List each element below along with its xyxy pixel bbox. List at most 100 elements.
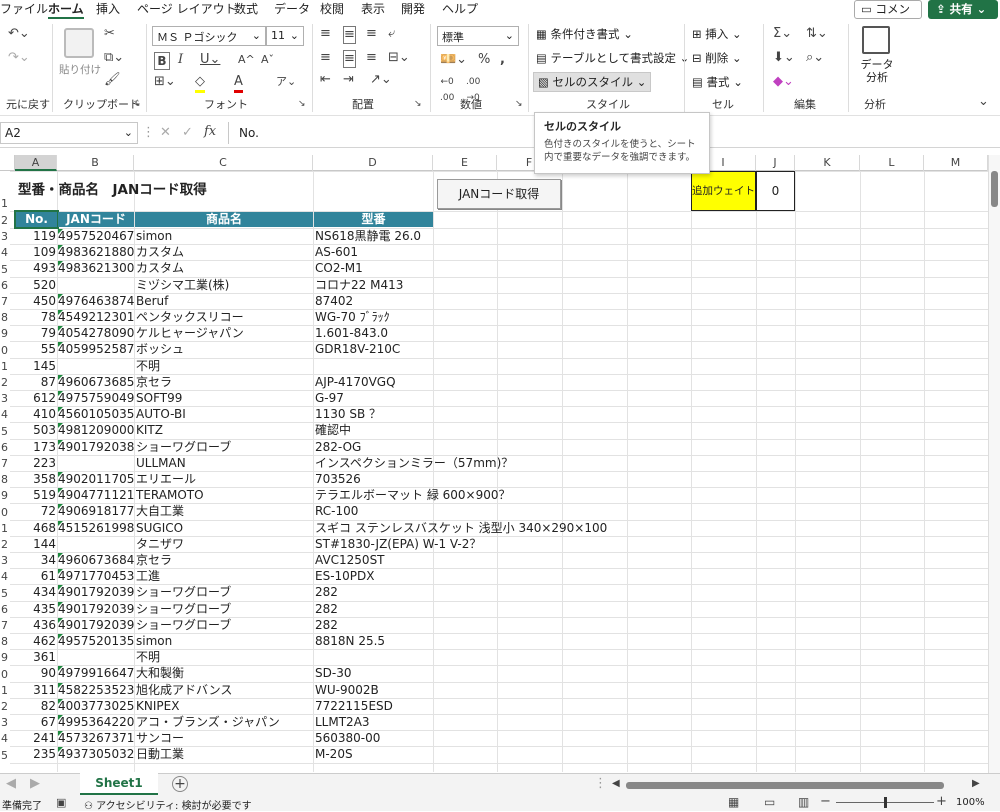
delete-cells-button[interactable]: ⊟ 削除 ⌄ [692, 50, 742, 66]
table-cell[interactable]: 不明 [136, 649, 313, 665]
collapse-ribbon-icon[interactable]: ⌄ [978, 94, 989, 110]
data-analysis-label[interactable]: データ分析 [860, 58, 894, 84]
table-cell[interactable]: 京セラ [136, 552, 313, 568]
table-cell[interactable]: KITZ [136, 422, 313, 438]
row-header[interactable]: 3 [0, 554, 8, 568]
row-header[interactable]: 1 [0, 360, 8, 374]
table-cell[interactable]: WG-70 ﾌﾞﾗｯｸ [315, 309, 735, 325]
table-cell[interactable]: ES-10PDX [315, 568, 735, 584]
table-cell[interactable]: カスタム [136, 244, 313, 260]
table-cell[interactable]: 34 [15, 552, 56, 568]
prev-sheet-icon[interactable]: ◀ [6, 776, 16, 792]
table-cell[interactable]: 旭化成アドバンス [136, 682, 313, 698]
sort-filter-icon[interactable]: ⇅⌄ [806, 26, 828, 42]
table-cell[interactable]: 109 [15, 244, 56, 260]
find-select-icon[interactable]: ⌕⌄ [806, 50, 824, 66]
table-cell[interactable]: CO2-M1 [315, 260, 735, 276]
table-cell[interactable]: 468 [15, 520, 56, 536]
table-cell[interactable]: 40037730251 [58, 698, 134, 714]
align-middle-icon[interactable]: ≡ [343, 26, 356, 44]
table-cell[interactable]: 450 [15, 293, 56, 309]
table-cell[interactable]: 87402 [315, 293, 735, 309]
menu-review[interactable]: 校閲 [320, 1, 344, 19]
row-header[interactable]: 4 [0, 570, 8, 584]
currency-icon[interactable]: 💴⌄ [440, 52, 467, 68]
format-cells-button[interactable]: ▤ 書式 ⌄ [692, 74, 743, 90]
table-cell[interactable]: 49017920389 [58, 439, 134, 455]
table-cell[interactable]: 40542780901 [58, 325, 134, 341]
table-cell[interactable]: 358 [15, 471, 56, 487]
table-cell[interactable]: simon [136, 633, 313, 649]
table-cell[interactable]: 503 [15, 422, 56, 438]
extra-wait-value[interactable]: 0 [756, 171, 795, 211]
row-header[interactable]: 6 [0, 279, 8, 293]
table-cell[interactable]: ケルヒャージャパン [136, 325, 313, 341]
dialog-launcher-icon[interactable]: ↘ [515, 96, 523, 112]
table-cell[interactable]: インスペクションミラー（57mm)？ [315, 455, 735, 471]
autosum-icon[interactable]: Σ⌄ [773, 26, 792, 42]
table-cell[interactable]: 49836218802 [58, 244, 134, 260]
share-button[interactable]: ⇪ 共有 ⌄ [928, 0, 998, 19]
align-right-icon[interactable]: ≡ [366, 50, 377, 66]
table-cell[interactable]: 45152619983 [58, 520, 134, 536]
row-header[interactable]: 5 [0, 587, 8, 601]
table-cell[interactable]: WU-9002B [315, 682, 735, 698]
conditional-format-button[interactable]: ▦ 条件付き書式 ⌄ [536, 26, 633, 44]
data-analysis-icon[interactable] [862, 26, 890, 54]
table-cell[interactable]: ショーワグローブ [136, 617, 313, 633]
table-cell[interactable]: 435 [15, 601, 56, 617]
table-cell[interactable]: 大和製衡 [136, 665, 313, 681]
table-cell[interactable]: 49606736847 [58, 552, 134, 568]
increase-indent-icon[interactable]: ⇥ [343, 72, 354, 88]
align-top-icon[interactable]: ≡ [320, 26, 331, 42]
font-size-select[interactable]: 11 ⌄ [266, 26, 304, 46]
column-header[interactable]: B [57, 155, 134, 171]
table-cell[interactable]: ULLMAN [136, 455, 313, 471]
menu-view[interactable]: 表示 [361, 1, 385, 19]
row-header[interactable]: 7 [0, 295, 8, 309]
table-cell[interactable]: 119 [15, 228, 56, 244]
table-cell[interactable]: 282 [315, 584, 735, 600]
menu-formulas[interactable]: 数式 [234, 1, 258, 19]
horizontal-scroll-thumb[interactable] [626, 782, 944, 789]
table-cell[interactable]: 49799166470 [58, 665, 134, 681]
fill-color-icon[interactable]: ◇ [195, 74, 205, 93]
number-format-select[interactable]: 標準 ⌄ [437, 26, 519, 46]
table-cell[interactable]: 282 [315, 601, 735, 617]
phonetic-icon[interactable]: ア⌄ [276, 74, 296, 90]
table-cell[interactable]: 49020117052 [58, 471, 134, 487]
row-header[interactable]: 4 [0, 408, 8, 422]
table-cell[interactable]: 67 [15, 714, 56, 730]
insert-function-icon[interactable]: fx [204, 124, 216, 140]
sheet-tab-sheet1[interactable]: Sheet1 [80, 773, 158, 795]
orientation-icon[interactable]: ↗⌄ [370, 72, 392, 88]
row-header[interactable]: 8 [0, 311, 8, 325]
table-cell[interactable]: LLMT2A3 [315, 714, 735, 730]
table-cell[interactable]: 49757590495 [58, 390, 134, 406]
add-sheet-icon[interactable]: + [172, 776, 188, 792]
table-cell[interactable]: KNIPEX [136, 698, 313, 714]
menu-data[interactable]: データ [274, 1, 310, 19]
table-cell[interactable]: コロナ22 M413 [315, 277, 735, 293]
table-cell[interactable]: エリエール [136, 471, 313, 487]
table-cell[interactable]: GDR18V-210C [315, 341, 735, 357]
row-header[interactable]: 0 [0, 344, 8, 358]
table-cell[interactable]: 519 [15, 487, 56, 503]
zoom-level[interactable]: 100% [956, 797, 985, 808]
row-header[interactable]: 2 [0, 700, 8, 714]
row-header[interactable]: 6 [0, 441, 8, 455]
table-cell[interactable]: 1.601-843.0 [315, 325, 735, 341]
table-cell[interactable]: 90 [15, 665, 56, 681]
row-header[interactable]: 3 [0, 716, 8, 730]
table-cell[interactable]: 703526 [315, 471, 735, 487]
table-cell[interactable]: 282-OG [315, 439, 735, 455]
table-cell[interactable]: AUTO-BI [136, 406, 313, 422]
copy-icon[interactable]: ⧉⌄ [104, 50, 124, 66]
column-header[interactable]: E [433, 155, 497, 171]
column-header[interactable]: C [134, 155, 313, 171]
table-cell[interactable]: RC-100 [315, 503, 735, 519]
cancel-icon[interactable]: ✕ [160, 125, 171, 141]
table-cell[interactable]: NS618黒静電 26.0 [315, 228, 735, 244]
table-cell[interactable]: 確認中 [315, 422, 735, 438]
comment-button[interactable]: ▭ コメント [854, 0, 922, 33]
